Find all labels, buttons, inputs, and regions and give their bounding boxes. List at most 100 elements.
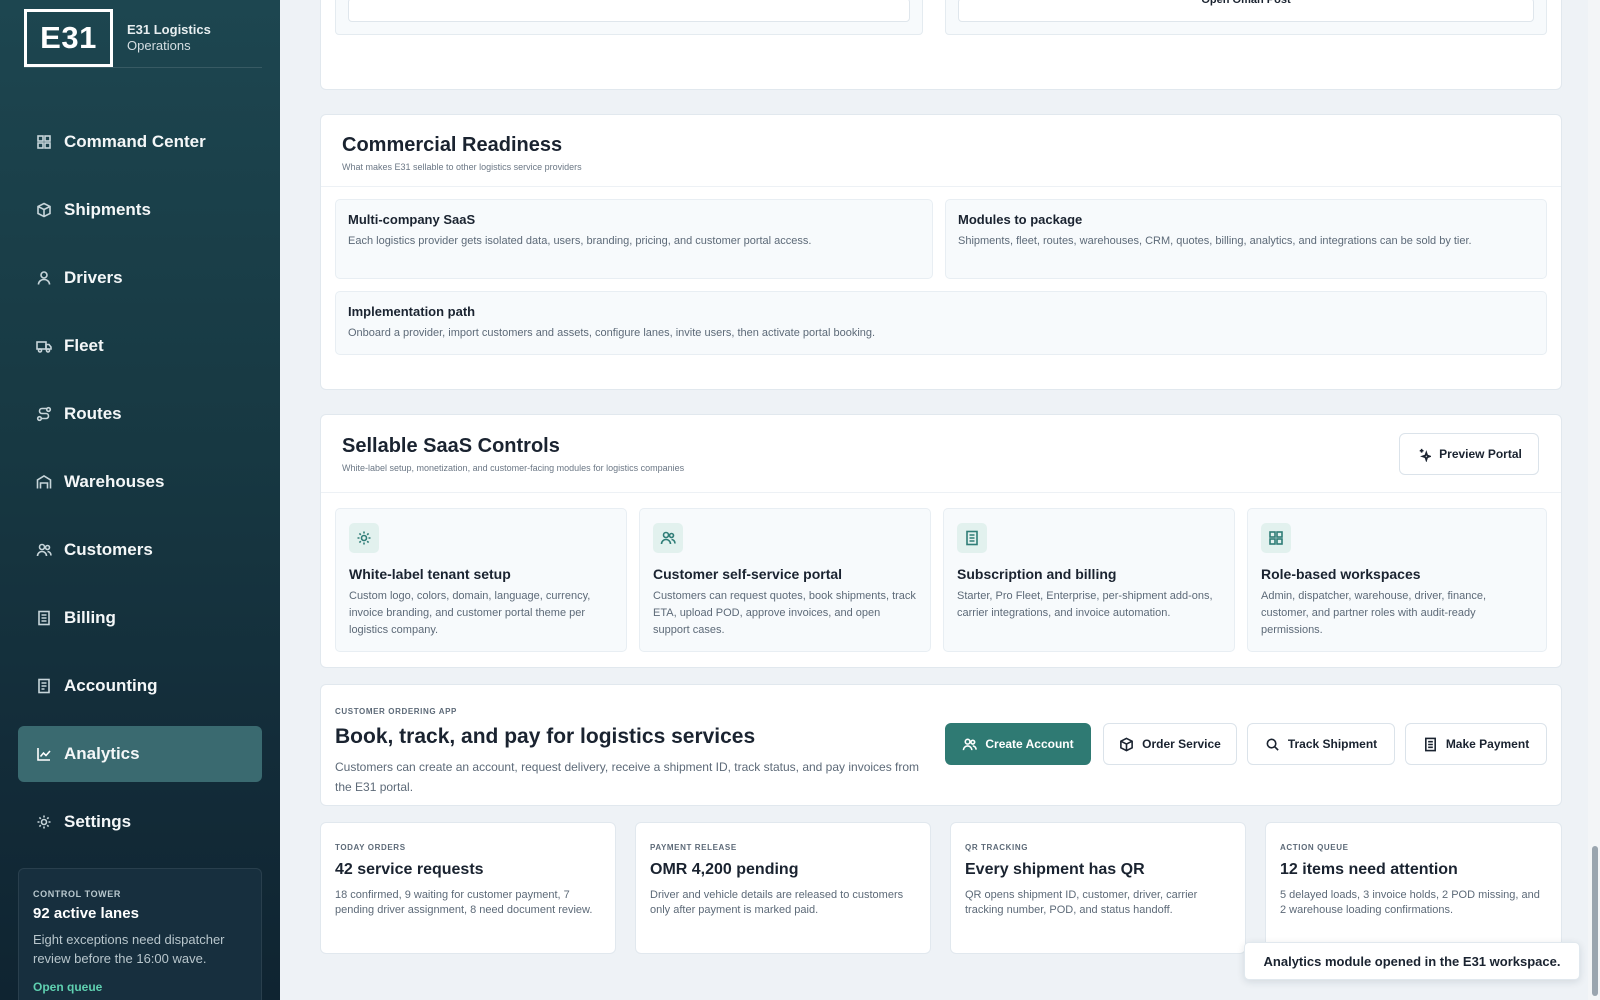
receipt-icon [36, 610, 52, 626]
tile-description: Onboard a provider, import customers and… [348, 327, 876, 339]
tile-title: White-label tenant setup [349, 566, 511, 582]
open-queue-link[interactable]: Open queue [33, 980, 247, 994]
create-account-button[interactable]: Create Account [945, 723, 1091, 765]
saas-controls-card: Sellable SaaS Controls White-label setup… [320, 414, 1562, 668]
users-icon [36, 542, 52, 558]
sidebar-item-label: Routes [64, 404, 122, 423]
sidebar-item-warehouses[interactable]: Warehouses [18, 454, 262, 510]
control-tower-title: 92 active lanes [33, 905, 139, 922]
tile-subscription-billing: Subscription and billing Starter, Pro Fl… [943, 508, 1235, 652]
tile-modules-to-package: Modules to package Shipments, fleet, rou… [945, 199, 1547, 279]
order-service-label: Order Service [1142, 737, 1221, 751]
ordering-description: Customers can create an account, request… [335, 760, 920, 794]
stat-eyebrow: PAYMENT RELEASE [650, 843, 737, 852]
sidebar-item-command-center[interactable]: Command Center [18, 114, 262, 170]
tile-description: Admin, dispatcher, warehouse, driver, fi… [1261, 590, 1487, 636]
receipt-icon [957, 523, 987, 553]
tile-title: Subscription and billing [957, 566, 1117, 582]
warehouse-icon [36, 474, 52, 490]
open-oman-post-button[interactable]: Open Oman Post [958, 0, 1534, 22]
sidebar-item-shipments[interactable]: Shipments [18, 182, 262, 238]
brand-logo[interactable]: E31 [24, 8, 113, 67]
sidebar-item-accounting[interactable]: Accounting [18, 658, 262, 714]
customer-ordering-card: CUSTOMER ORDERING APP Book, track, and p… [320, 684, 1562, 806]
tile-self-service-portal: Customer self-service portal Customers c… [639, 508, 931, 652]
stat-description: 5 delayed loads, 3 invoice holds, 2 POD … [1280, 889, 1540, 916]
top-card-right-panel: Open Oman Post [945, 0, 1547, 35]
stat-description: 18 confirmed, 9 waiting for customer pay… [335, 889, 593, 916]
tile-title: Customer self-service portal [653, 566, 843, 582]
sidebar-item-customers[interactable]: Customers [18, 522, 262, 578]
create-account-label: Create Account [985, 737, 1074, 751]
toast-notification: Analytics module opened in the E31 works… [1244, 942, 1580, 980]
divider [321, 492, 1561, 493]
stat-title: 42 service requests [335, 861, 484, 878]
tile-title: Multi-company SaaS [348, 212, 476, 227]
gear-icon [36, 814, 52, 830]
tile-title: Modules to package [958, 212, 1083, 227]
route-icon [36, 406, 52, 422]
users-icon [962, 738, 978, 750]
truck-icon [36, 338, 52, 354]
tile-role-workspaces: Role-based workspaces Admin, dispatcher,… [1247, 508, 1547, 652]
sidebar-nav: Command Center Shipments Drivers Fleet R… [18, 114, 262, 862]
sidebar-item-label: Billing [64, 608, 116, 627]
sidebar-item-settings[interactable]: Settings [18, 794, 262, 850]
tile-title: Role-based workspaces [1261, 566, 1421, 582]
stat-action-queue: ACTION QUEUE 12 items need attention 5 d… [1265, 822, 1562, 954]
stat-title: OMR 4,200 pending [650, 861, 799, 878]
stat-eyebrow: ACTION QUEUE [1280, 843, 1349, 852]
tile-description: Each logistics provider gets isolated da… [348, 235, 812, 247]
grid-icon [36, 134, 52, 150]
sidebar-item-drivers[interactable]: Drivers [18, 250, 262, 306]
stat-qr-tracking: QR TRACKING Every shipment has QR QR ope… [950, 822, 1246, 954]
saas-controls-title: Sellable SaaS Controls [342, 435, 560, 457]
divider [321, 186, 1561, 187]
sidebar-item-label: Drivers [64, 268, 123, 287]
ordering-title: Book, track, and pay for logistics servi… [335, 725, 756, 748]
commercial-readiness-title: Commercial Readiness [342, 134, 563, 156]
sidebar-item-fleet[interactable]: Fleet [18, 318, 262, 374]
sparkle-icon [1419, 448, 1432, 462]
grid-icon [1261, 523, 1291, 553]
sidebar-item-analytics[interactable]: Analytics [18, 726, 262, 782]
sidebar: E31 E31 Logistics Operations Command Cen… [0, 0, 280, 1000]
user-icon [36, 270, 52, 286]
sidebar-item-billing[interactable]: Billing [18, 590, 262, 646]
brand: E31 E31 Logistics Operations [24, 8, 262, 68]
commercial-readiness-subtitle: What makes E31 sellable to other logisti… [342, 162, 582, 172]
stat-eyebrow: QR TRACKING [965, 843, 1029, 852]
stat-title: 12 items need attention [1280, 861, 1458, 878]
preview-portal-button[interactable]: Preview Portal [1399, 433, 1539, 475]
ledger-icon [36, 678, 52, 694]
sidebar-item-label: Fleet [64, 336, 104, 355]
sidebar-item-label: Shipments [64, 200, 151, 219]
sidebar-item-label: Settings [64, 812, 132, 831]
top-card: Open Oman Post [320, 0, 1562, 90]
ordering-eyebrow: CUSTOMER ORDERING APP [335, 707, 457, 716]
tile-description: Starter, Pro Fleet, Enterprise, per-ship… [957, 590, 1213, 619]
sidebar-item-label: Warehouses [64, 472, 165, 491]
stat-eyebrow: TODAY ORDERS [335, 843, 406, 852]
control-tower-description: Eight exceptions need dispatcher review … [33, 932, 225, 966]
make-payment-button[interactable]: Make Payment [1405, 723, 1547, 765]
stat-today-orders: TODAY ORDERS 42 service requests 18 conf… [320, 822, 616, 954]
track-shipment-button[interactable]: Track Shipment [1247, 723, 1395, 765]
order-service-button[interactable]: Order Service [1103, 723, 1237, 765]
saas-controls-subtitle: White-label setup, monetization, and cus… [342, 463, 685, 473]
tile-description: Shipments, fleet, routes, warehouses, CR… [958, 235, 1472, 247]
tile-description: Custom logo, colors, domain, language, c… [349, 590, 591, 636]
tile-multi-company-saas: Multi-company SaaS Each logistics provid… [335, 199, 933, 279]
sidebar-item-routes[interactable]: Routes [18, 386, 262, 442]
tile-white-label-setup: White-label tenant setup Custom logo, co… [335, 508, 627, 652]
control-tower-card: CONTROL TOWER 92 active lanes Eight exce… [18, 868, 262, 1000]
brand-subtitle: Operations [127, 37, 191, 53]
top-card-left-field[interactable] [348, 0, 910, 22]
sidebar-item-label: Command Center [64, 132, 206, 151]
track-shipment-label: Track Shipment [1287, 737, 1378, 751]
scrollbar-thumb[interactable] [1592, 846, 1598, 996]
sidebar-item-label: Analytics [64, 744, 140, 763]
stat-description: QR opens shipment ID, customer, driver, … [965, 889, 1198, 916]
tile-implementation-path: Implementation path Onboard a provider, … [335, 291, 1547, 355]
sidebar-item-label: Accounting [64, 676, 158, 695]
